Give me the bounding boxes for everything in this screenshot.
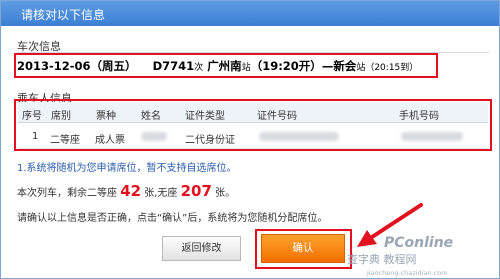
- confirm-button[interactable]: 确认: [261, 234, 345, 263]
- second-class-remaining: 42: [120, 182, 142, 200]
- passenger-index: 1: [32, 131, 39, 142]
- passenger-id-number-redacted: [259, 132, 339, 141]
- arrive-time: （20:15到）: [365, 63, 419, 73]
- watermark-site: 查字典 教程网: [347, 253, 417, 266]
- watermark-brand: PConline: [384, 235, 454, 251]
- col-header-id-number: 证件号码: [257, 111, 297, 122]
- watermark-url: jiaocheng.chazidian.com: [367, 269, 448, 277]
- col-header-phone: 手机号码: [399, 111, 439, 122]
- to-station: 新会: [333, 59, 357, 73]
- passenger-phone-redacted: [401, 132, 463, 141]
- from-station: 广州南: [207, 59, 242, 73]
- remaining-prefix: 本次列车，剩余二等座: [17, 188, 117, 199]
- confirm-instruction: 请确认以上信息是否正确，点击“确认”后，系统将为您随机分配席位。: [17, 213, 328, 224]
- order-confirm-dialog: 请核对以下信息 车次信息 2013-12-06（周五） D7741次 广州南站（…: [0, 0, 500, 279]
- col-header-index: 序号: [22, 111, 42, 122]
- depart-time: （19:20开）: [250, 59, 322, 73]
- no-seat-remaining: 207: [180, 182, 212, 200]
- train-number: D7741: [152, 59, 195, 73]
- random-seat-notice: 1.系统将随机为您申请席位，暂不支持自选席位。: [17, 163, 237, 174]
- train-info-line: 2013-12-06（周五） D7741次 广州南站（19:20开）—新会站（2…: [17, 58, 418, 74]
- remaining-mid: 张,无座: [144, 188, 178, 199]
- route-dash: —: [321, 59, 334, 73]
- col-header-seat: 席别: [51, 111, 71, 122]
- to-station-suffix: 站: [356, 63, 366, 73]
- passenger-id-type: 二代身份证: [185, 135, 235, 146]
- train-date: 2013-12-06（周五）: [17, 59, 137, 73]
- passenger-row-divider: [18, 148, 488, 149]
- remaining-suffix: 张。: [215, 188, 236, 199]
- remaining-seats-notice: 本次列车，剩余二等座 42 张,无座 207 张。: [17, 182, 235, 200]
- passenger-seat: 二等座: [50, 135, 80, 146]
- col-header-id-type: 证件类型: [185, 111, 225, 122]
- passenger-name-redacted: [141, 132, 167, 141]
- back-edit-button[interactable]: 返回修改: [162, 236, 241, 261]
- from-station-suffix: 站: [241, 63, 251, 73]
- dialog-title: 请核对以下信息: [21, 8, 106, 22]
- dialog-title-bar: 请核对以下信息: [1, 1, 499, 26]
- passenger-ticket-type: 成人票: [95, 135, 125, 146]
- col-header-ticket-type: 票种: [96, 111, 116, 122]
- col-header-name: 姓名: [141, 111, 161, 122]
- train-number-suffix: 次: [194, 63, 204, 73]
